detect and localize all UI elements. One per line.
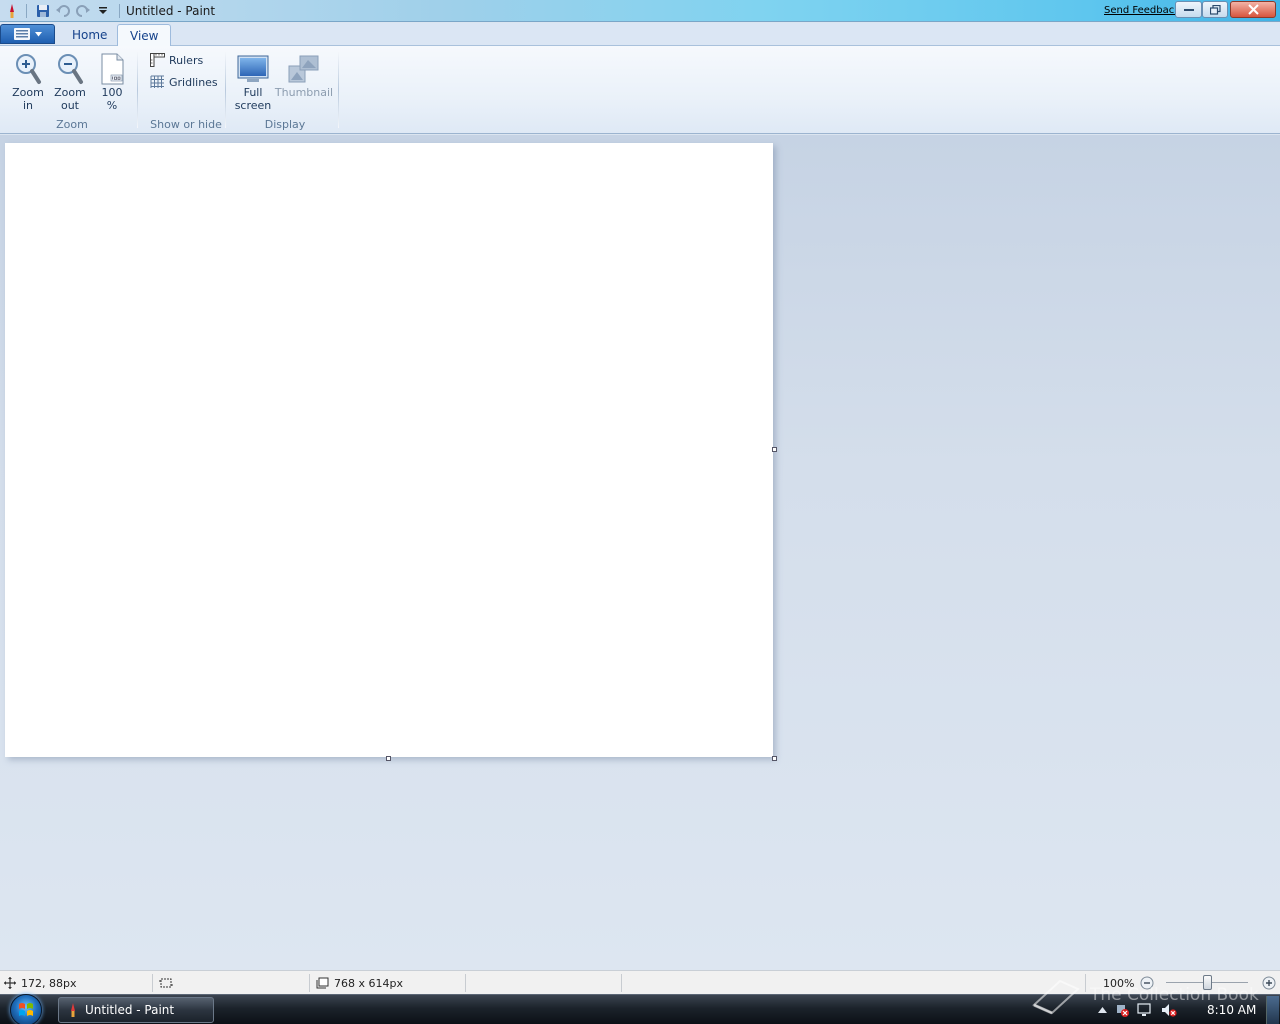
- minimize-icon: [1183, 8, 1194, 11]
- gridlines-checkbox[interactable]: Gridlines: [150, 75, 218, 89]
- selection-icon: [159, 978, 173, 988]
- taskbar-item-paint[interactable]: Untitled - Paint: [58, 997, 214, 1023]
- zoom-out-button[interactable]: Zoom out: [52, 52, 88, 112]
- resize-handle-right[interactable]: [772, 447, 777, 452]
- rulers-icon: [150, 53, 165, 67]
- ribbon-view-panel: Zoom in Zoom out 100 % Zoom Rulers Gridl…: [0, 46, 1280, 134]
- zoom-group-label: Zoom: [56, 118, 88, 131]
- save-icon[interactable]: [33, 2, 53, 20]
- image-size-icon: [316, 977, 329, 989]
- application-menu-button[interactable]: [0, 24, 55, 44]
- paint-app-icon: [71, 1003, 75, 1017]
- cursor-position: 172, 88px: [4, 971, 76, 995]
- show-desktop-button[interactable]: [1266, 996, 1279, 1024]
- plus-circle-icon: [1262, 976, 1276, 990]
- paint-app-icon[interactable]: [2, 2, 22, 20]
- window-title: Untitled - Paint: [126, 4, 216, 18]
- menu-document-icon: [13, 28, 30, 40]
- title-bar: Untitled - Paint Send Feedback: [0, 0, 1280, 22]
- resize-handle-corner[interactable]: [772, 756, 777, 761]
- close-button[interactable]: [1230, 1, 1276, 18]
- thumbnail-button[interactable]: Thumbnail: [275, 52, 333, 99]
- chevron-down-icon: [34, 31, 42, 36]
- quick-access-toolbar: Untitled - Paint: [2, 2, 215, 20]
- tab-home[interactable]: Home: [60, 24, 119, 46]
- rulers-checkbox[interactable]: Rulers: [150, 53, 203, 67]
- zoom-in-button[interactable]: Zoom in: [10, 52, 46, 112]
- selection-size: [159, 971, 173, 995]
- full-screen-icon: [237, 52, 269, 86]
- canvas-workspace[interactable]: [0, 135, 1280, 970]
- start-button[interactable]: [6, 994, 46, 1024]
- ribbon-tab-row: Home View: [0, 23, 1280, 47]
- thumbnail-icon: [288, 52, 320, 86]
- resize-handle-bottom[interactable]: [386, 756, 391, 761]
- zoom-in-status-button[interactable]: [1262, 971, 1276, 995]
- restore-icon: [1209, 4, 1221, 15]
- image-size: 768 x 614px: [316, 971, 403, 995]
- close-icon: [1247, 4, 1259, 15]
- minimize-button[interactable]: [1175, 1, 1202, 18]
- zoom-in-icon: [12, 52, 44, 86]
- drawing-canvas[interactable]: [5, 143, 773, 757]
- full-screen-button[interactable]: Full screen: [234, 52, 272, 112]
- page-100-icon: [96, 52, 128, 86]
- restore-button[interactable]: [1202, 1, 1228, 18]
- display-group-label: Display: [264, 118, 306, 131]
- show-or-hide-group-label: Show or hide: [150, 118, 222, 131]
- tab-view[interactable]: View: [117, 24, 172, 47]
- undo-icon[interactable]: [53, 2, 73, 20]
- send-feedback-link[interactable]: Send Feedback: [1104, 5, 1180, 16]
- zoom-100-percent-button[interactable]: 100 %: [96, 52, 128, 112]
- customize-qat-chevron-icon[interactable]: [93, 2, 113, 20]
- redo-icon[interactable]: [73, 2, 93, 20]
- zoom-out-icon: [54, 52, 86, 86]
- cursor-move-icon: [4, 977, 16, 989]
- book-logo-icon: [1032, 979, 1080, 1015]
- windows-logo-icon: [10, 994, 42, 1024]
- watermark: The Collection Book: [1030, 975, 1259, 1015]
- gridlines-icon: [150, 75, 164, 88]
